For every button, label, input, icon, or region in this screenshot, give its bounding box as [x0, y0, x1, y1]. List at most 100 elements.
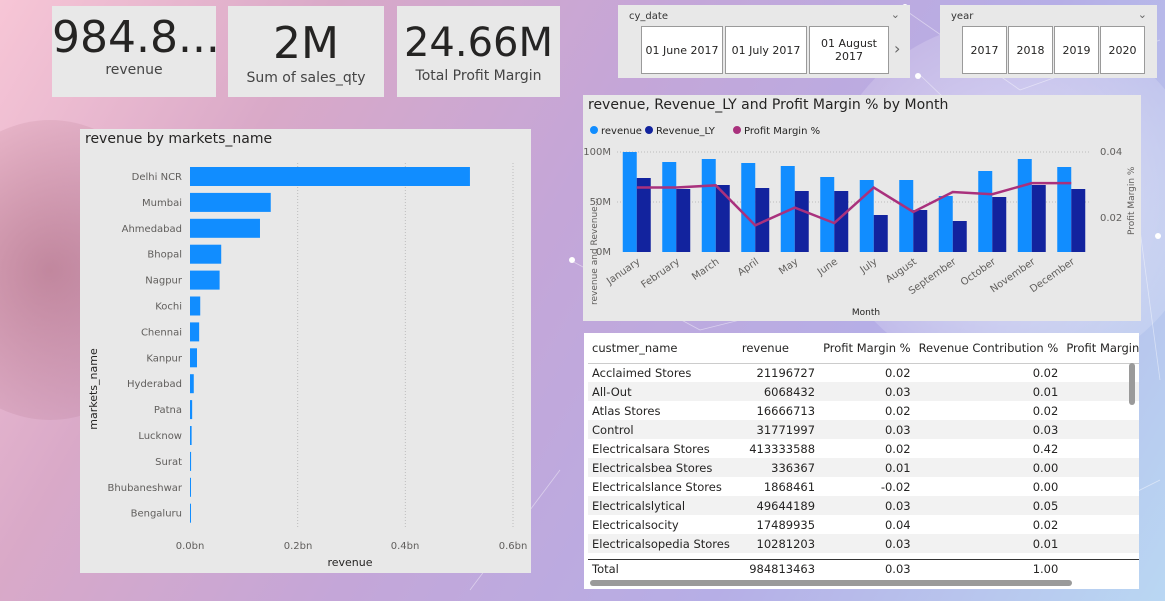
table-cell: 0.03 — [884, 422, 911, 437]
table-row[interactable]: Control 31771997 0.03 0.03 — [588, 420, 1139, 439]
x-tick-label: December — [1028, 256, 1078, 295]
category-label: Mumbai — [142, 198, 182, 209]
column-header[interactable]: custmer_name — [588, 333, 734, 363]
x-tick-label: July — [858, 256, 880, 276]
vertical-scrollbar[interactable] — [1129, 363, 1135, 405]
table-cell: 10281203 — [756, 536, 816, 551]
table-total-cell: 1.00 — [914, 558, 1063, 578]
table-cell: 0.02 — [1032, 403, 1059, 418]
table-row[interactable]: Electricalsbea Stores 336367 0.01 0.00 — [588, 458, 1139, 477]
legend-label: revenue — [601, 126, 642, 137]
y2-axis-title: Profit Margin % — [1127, 166, 1137, 235]
year-slicer[interactable]: year ⌄ 2017 2018 2019 2020 — [940, 5, 1157, 78]
kpi-card-profit-margin[interactable]: 24.66M Total Profit Margin — [397, 6, 560, 97]
chevron-right-icon[interactable]: › — [894, 39, 900, 58]
table-cell: Electricalslance Stores — [592, 479, 722, 494]
column-header[interactable]: Revenue Contribution % — [915, 333, 1063, 363]
x-tick: 0.2bn — [284, 541, 313, 552]
table-cell: Electricalsopedia Stores — [592, 536, 730, 551]
category-label: Bhubaneshwar — [108, 483, 183, 494]
date-tile[interactable]: 01 June 2017 — [641, 26, 723, 74]
table-row[interactable]: Electricalsopedia Stores 10281203 0.03 0.01 — [588, 534, 1139, 553]
bar-chart[interactable]: Delhi NCR Mumbai Ahmedabad Bhopal Nagpur Koch… — [80, 129, 531, 573]
y-tick: 50M — [590, 197, 611, 208]
date-tile[interactable]: 01 July 2017 — [725, 26, 807, 74]
x-tick-label: April — [736, 256, 761, 278]
table-cell: Electricalslytical — [592, 498, 686, 513]
year-tile[interactable]: 2019 — [1054, 26, 1099, 74]
bar-revenue — [938, 196, 953, 252]
x-tick-label: March — [690, 256, 721, 282]
table-total-cell: Total — [588, 558, 734, 578]
bar-revenue-ly — [913, 210, 928, 252]
chevron-down-icon[interactable]: ⌄ — [891, 8, 900, 21]
bar-revenue — [820, 177, 835, 252]
table-cell: 0.01 — [1032, 536, 1059, 551]
table-cell: 0.00 — [1032, 479, 1059, 494]
bar — [190, 270, 220, 290]
x-tick: 0.4bn — [391, 541, 420, 552]
table-cell: 0.02 — [1032, 517, 1059, 532]
bar-revenue — [1057, 167, 1072, 252]
table-cell: 0.02 — [884, 403, 911, 418]
bar-revenue — [899, 180, 914, 252]
kpi-card-revenue[interactable]: 984.8... revenue — [52, 6, 216, 97]
y-tick: 0M — [596, 247, 611, 258]
table-total-row: Total 984813463 0.03 1.00 — [588, 558, 1139, 578]
combo-chart-card[interactable]: revenue, Revenue_LY and Profit Margin % … — [583, 95, 1141, 321]
table-cell: 0.02 — [1032, 365, 1059, 380]
bar-revenue-ly — [873, 215, 888, 252]
bar-revenue-ly — [1071, 189, 1086, 252]
year-tile[interactable]: 2020 — [1100, 26, 1145, 74]
table-cell: Acclaimed Stores — [592, 365, 692, 380]
table-cell: 6068432 — [763, 384, 816, 399]
bar — [190, 296, 201, 316]
slicer-title: year — [951, 11, 974, 22]
x-axis-title: Month — [852, 308, 880, 318]
kpi-value: 984.8... — [52, 12, 216, 63]
table-cell: -0.02 — [880, 479, 911, 494]
table-row[interactable]: Acclaimed Stores 21196727 0.02 0.02 — [588, 363, 1139, 382]
table-cell: 0.02 — [884, 441, 911, 456]
table-row[interactable]: Electricalslance Stores 1868461 -0.02 0.00 — [588, 477, 1139, 496]
table-cell: Atlas Stores — [592, 403, 661, 418]
x-axis-title: revenue — [327, 556, 372, 569]
bar-revenue-ly — [636, 178, 651, 252]
bar-revenue-ly — [992, 197, 1007, 252]
bar-chart-card[interactable]: revenue by markets_name Delhi NCR Mumbai A… — [80, 129, 531, 573]
horizontal-scrollbar[interactable] — [590, 580, 1072, 586]
bar — [190, 244, 222, 264]
bar-revenue-ly — [715, 185, 730, 252]
table-row[interactable]: Electricalsara Stores 413333588 0.02 0.42 — [588, 439, 1139, 458]
table-row[interactable]: Atlas Stores 16666713 0.02 0.02 — [588, 401, 1139, 420]
kpi-label: Total Profit Margin — [415, 68, 542, 84]
table-cell: 0.04 — [884, 517, 911, 532]
x-tick-label: May — [777, 256, 800, 277]
customer-table[interactable]: custmer_name revenue Profit Margin % Rev… — [588, 333, 1139, 578]
bar-revenue — [741, 163, 756, 252]
kpi-card-sales-qty[interactable]: 2M Sum of sales_qty — [228, 6, 384, 97]
date-slicer[interactable]: cy_date ⌄ 01 June 2017 01 July 2017 01 A… — [618, 5, 910, 78]
table-row[interactable]: Electricalsocity 17489935 0.04 0.02 — [588, 515, 1139, 534]
bar-revenue-ly — [676, 189, 691, 252]
combo-chart[interactable]: revenue Revenue_LY Profit Margin % revenue… — [583, 95, 1141, 321]
customer-table-card[interactable]: custmer_name revenue Profit Margin % Rev… — [584, 333, 1139, 589]
year-tile[interactable]: 2017 — [962, 26, 1007, 74]
bar — [190, 348, 197, 368]
table-cell: 0.00 — [1032, 460, 1059, 475]
table-row[interactable]: Electricalslytical 49644189 0.03 0.05 — [588, 496, 1139, 515]
y2-tick: 0.04 — [1100, 147, 1122, 158]
table-cell: 49644189 — [756, 498, 816, 513]
year-tile[interactable]: 2018 — [1008, 26, 1053, 74]
table-cell: Electricalsbea Stores — [592, 460, 713, 475]
kpi-label: Sum of sales_qty — [246, 70, 366, 86]
column-header[interactable]: Profit Margin % — [819, 333, 915, 363]
x-tick-label: August — [884, 256, 919, 285]
table-row[interactable]: All-Out 6068432 0.03 0.01 — [588, 382, 1139, 401]
column-header[interactable]: revenue — [734, 333, 819, 363]
category-label: Bhopal — [147, 250, 182, 261]
x-tick: 0.6bn — [499, 541, 528, 552]
date-tile[interactable]: 01 August 2017 — [809, 26, 889, 74]
chevron-down-icon[interactable]: ⌄ — [1138, 8, 1147, 21]
column-header[interactable]: Profit Margin Con — [1062, 333, 1139, 363]
